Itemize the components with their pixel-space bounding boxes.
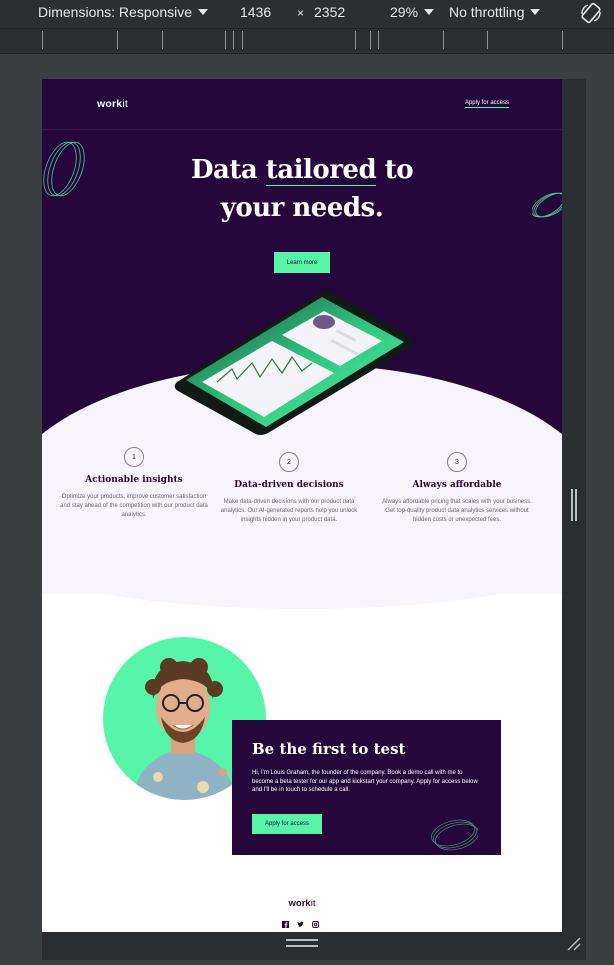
feature-number: 1	[124, 447, 144, 467]
feature-number: 3	[447, 452, 467, 472]
corner-resize-icon[interactable]	[566, 936, 582, 952]
phone-illustration	[174, 291, 413, 435]
learn-more-button[interactable]: Learn more	[274, 252, 330, 273]
feature-description: Always affordable pricing that scales wi…	[382, 499, 532, 523]
media-query-ruler[interactable]	[0, 28, 614, 54]
feature-title: Always affordable	[412, 480, 502, 490]
height-value: 2352	[314, 4, 346, 20]
feature-item: 1 Actionable insights Optimize your prod…	[59, 447, 209, 520]
twitter-icon[interactable]	[297, 915, 304, 928]
rotate-icon[interactable]	[580, 2, 602, 24]
feature-number: 2	[279, 452, 299, 472]
apply-access-button[interactable]: Apply for access	[252, 814, 322, 834]
throttling-dropdown[interactable]: No throttling	[449, 4, 541, 20]
dimensions-dropdown[interactable]: Dimensions: Responsive	[38, 4, 209, 20]
instagram-icon[interactable]	[312, 915, 319, 928]
times-icon: ×	[297, 6, 305, 20]
facebook-icon[interactable]	[282, 915, 289, 928]
devtools-toolbar: Dimensions: Responsive 1436 × 2352 29% N…	[0, 0, 614, 28]
feature-item: 3 Always affordable Always affordable pr…	[382, 452, 532, 525]
feature-description: Optimize your products, improve customer…	[60, 494, 208, 518]
card-title: Be the first to test	[252, 740, 406, 758]
dimensions-label: Dimensions: Responsive	[38, 4, 193, 20]
throttling-value: No throttling	[449, 4, 525, 20]
width-value: 1436	[240, 4, 272, 20]
nav-divider	[42, 129, 562, 130]
chevron-down-icon	[530, 9, 541, 15]
logo[interactable]: workit	[97, 98, 128, 110]
bottom-resize-handle[interactable]	[286, 939, 318, 949]
chevron-down-icon	[198, 9, 209, 15]
height-input[interactable]: 2352	[314, 4, 345, 20]
social-links	[282, 915, 319, 928]
feature-title: Actionable insights	[85, 475, 183, 485]
hero-title: Data tailored to your needs.	[190, 155, 414, 223]
rings-decoration-icon	[431, 819, 478, 851]
beta-tester-card: Be the first to test Hi, I'm Louis Graha…	[232, 720, 501, 855]
emulated-viewport: workit Apply for access Data tailored to…	[42, 79, 562, 932]
zoom-value: 29%	[390, 4, 419, 20]
features-bottom-curve	[42, 549, 562, 609]
card-text: Hi, I'm Louis Graham, the founder of the…	[252, 770, 478, 793]
width-input[interactable]: 1436	[240, 4, 271, 20]
right-resize-handle[interactable]	[571, 489, 579, 521]
feature-description: Make data-driven decisions with our prod…	[220, 499, 358, 523]
feature-item: 2 Data-driven decisions Make data-driven…	[214, 452, 364, 525]
nav-apply-link[interactable]: Apply for access	[464, 100, 509, 108]
footer-logo[interactable]: workit	[42, 898, 562, 909]
zoom-dropdown[interactable]: 29%	[390, 4, 435, 20]
chevron-down-icon	[424, 9, 435, 15]
feature-title: Data-driven decisions	[234, 480, 344, 490]
